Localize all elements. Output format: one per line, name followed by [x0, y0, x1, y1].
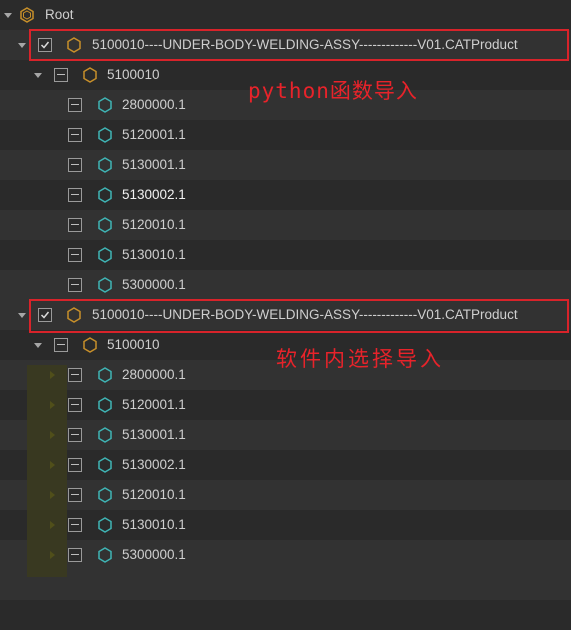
partial-checkbox[interactable] [68, 128, 82, 142]
root-assembly-icon [19, 7, 35, 23]
tree-node-part[interactable]: 5130001.1 [0, 150, 571, 180]
node-label: 5130002.1 [122, 457, 186, 472]
node-label: 5130002.1 [122, 187, 186, 202]
partial-checkbox[interactable] [68, 158, 82, 172]
part-hexagon-icon [97, 457, 113, 473]
collapse-arrow-icon[interactable] [18, 43, 26, 48]
tree-node-root[interactable]: Root [0, 0, 571, 30]
part-hexagon-icon [97, 517, 113, 533]
product-hexagon-icon [66, 307, 82, 323]
node-label: 5130010.1 [122, 247, 186, 262]
node-label: 5130010.1 [122, 517, 186, 532]
product-hexagon-icon [66, 37, 82, 53]
tree-node-part[interactable]: 5130001.1 [0, 420, 571, 450]
product-hexagon-icon [82, 337, 98, 353]
part-hexagon-icon [97, 187, 113, 203]
part-hexagon-icon [97, 127, 113, 143]
tree-node-part[interactable]: 5300000.1 [0, 270, 571, 300]
tree-node-part[interactable]: 5120001.1 [0, 120, 571, 150]
collapse-arrow-icon[interactable] [34, 73, 42, 78]
node-label: 5100010 [107, 67, 160, 82]
partial-checkbox[interactable] [68, 458, 82, 472]
partial-checkbox[interactable] [68, 248, 82, 262]
partial-checkbox[interactable] [68, 278, 82, 292]
node-label: 5300000.1 [122, 277, 186, 292]
node-label: 5100010 [107, 337, 160, 352]
checked-checkbox[interactable] [38, 38, 52, 52]
collapse-arrow-icon[interactable] [18, 313, 26, 318]
tree-node-part[interactable]: 5120010.1 [0, 210, 571, 240]
part-hexagon-icon [97, 247, 113, 263]
expand-indicator-strip [27, 365, 67, 577]
node-label: 2800000.1 [122, 97, 186, 112]
checked-checkbox[interactable] [38, 308, 52, 322]
part-hexagon-icon [97, 397, 113, 413]
node-label: 5100010----UNDER-BODY-WELDING-ASSY------… [92, 37, 518, 52]
collapse-arrow-icon[interactable] [34, 343, 42, 348]
partial-checkbox[interactable] [68, 188, 82, 202]
partial-checkbox[interactable] [68, 518, 82, 532]
tree-node-part[interactable]: 5120010.1 [0, 480, 571, 510]
partial-checkbox[interactable] [68, 428, 82, 442]
node-label: 5300000.1 [122, 547, 186, 562]
partial-checkbox[interactable] [68, 218, 82, 232]
partial-checkbox[interactable] [68, 548, 82, 562]
node-label: 5100010----UNDER-BODY-WELDING-ASSY------… [92, 307, 518, 322]
annotation-python-import: python函数导入 [248, 79, 418, 103]
collapse-arrow-icon[interactable] [4, 13, 12, 18]
tree-node-product[interactable]: 5100010----UNDER-BODY-WELDING-ASSY------… [0, 300, 571, 330]
tree-node-part[interactable]: 5130002.1 [0, 180, 571, 210]
tree-node-part[interactable]: 5130010.1 [0, 510, 571, 540]
tree-empty-row [0, 600, 571, 630]
partial-checkbox[interactable] [68, 488, 82, 502]
part-hexagon-icon [97, 367, 113, 383]
tree-node-part[interactable]: 5300000.1 [0, 540, 571, 570]
partial-checkbox[interactable] [54, 338, 68, 352]
node-label: Root [45, 7, 74, 22]
node-label: 5130001.1 [122, 157, 186, 172]
node-label: 5120010.1 [122, 217, 186, 232]
node-label: 5120010.1 [122, 487, 186, 502]
part-hexagon-icon [97, 217, 113, 233]
tree-node-part[interactable]: 5120001.1 [0, 390, 571, 420]
part-hexagon-icon [97, 277, 113, 293]
partial-checkbox[interactable] [54, 68, 68, 82]
part-hexagon-icon [97, 547, 113, 563]
part-hexagon-icon [97, 487, 113, 503]
node-label: 5130001.1 [122, 427, 186, 442]
partial-checkbox[interactable] [68, 98, 82, 112]
tree-node-product[interactable]: 5100010----UNDER-BODY-WELDING-ASSY------… [0, 30, 571, 60]
part-hexagon-icon [97, 427, 113, 443]
partial-checkbox[interactable] [68, 368, 82, 382]
product-hexagon-icon [82, 67, 98, 83]
partial-checkbox[interactable] [68, 398, 82, 412]
annotation-software-import: 软件内选择导入 [276, 347, 444, 371]
tree-empty-row [0, 570, 571, 600]
part-hexagon-icon [97, 97, 113, 113]
node-label: 5120001.1 [122, 397, 186, 412]
part-hexagon-icon [97, 157, 113, 173]
tree-node-part[interactable]: 5130010.1 [0, 240, 571, 270]
tree-node-part[interactable]: 5130002.1 [0, 450, 571, 480]
node-label: 2800000.1 [122, 367, 186, 382]
node-label: 5120001.1 [122, 127, 186, 142]
